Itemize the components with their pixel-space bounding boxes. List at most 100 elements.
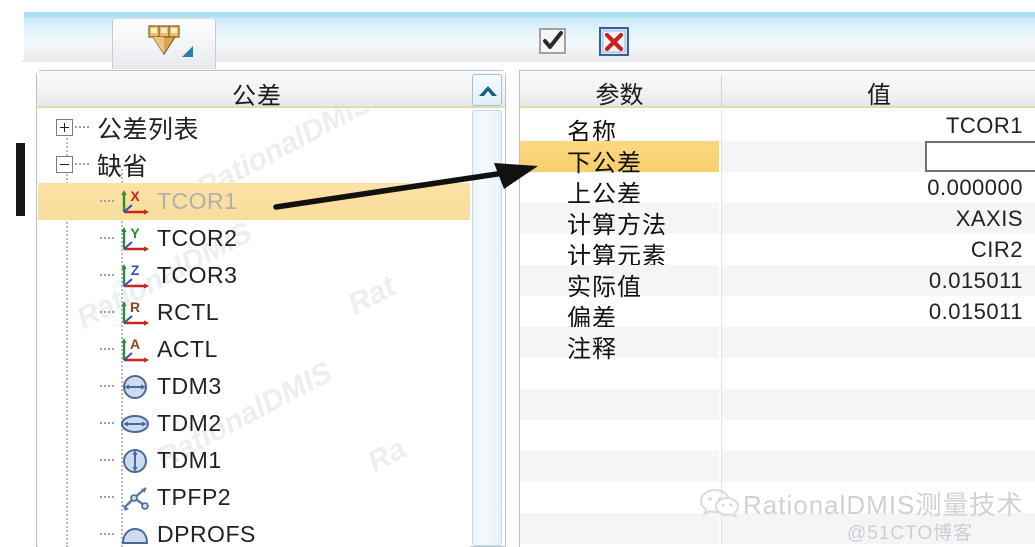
axis-y-icon: Y: [120, 225, 150, 253]
tree-connector: [100, 200, 114, 203]
tree-connector: [100, 385, 114, 388]
svg-text:Y: Y: [130, 225, 140, 241]
tree-item-tdm2[interactable]: TDM2: [38, 405, 470, 442]
parameter-value-cell[interactable]: XAXIS: [721, 203, 1035, 234]
tree-item-tdm1[interactable]: TDM1: [38, 442, 470, 479]
tree-item-label: TDM1: [157, 447, 222, 473]
tree-expander-minus-icon[interactable]: [56, 156, 73, 173]
parameter-row[interactable]: 偏差 0.015011: [520, 296, 1035, 332]
parameter-name-cell: [520, 389, 719, 420]
parameter-row[interactable]: 上公差 0.000000: [520, 172, 1035, 208]
parameter-name-cell: [520, 513, 719, 544]
parameter-value-cell[interactable]: TCOR1: [721, 110, 1035, 141]
scroll-up-arrow-icon[interactable]: [472, 74, 502, 106]
parameter-name-cell[interactable]: 上公差: [520, 172, 719, 208]
parameter-panel-header: 参数 值: [520, 71, 1035, 109]
confirm-button[interactable]: [537, 25, 569, 57]
parameter-value-cell[interactable]: 0.015011: [721, 265, 1035, 296]
tree-item-tcor1[interactable]: X TCOR1: [38, 183, 470, 220]
parameter-name-cell: [520, 420, 719, 451]
parameter-value-cell: [721, 358, 1035, 389]
parameter-name-cell[interactable]: 计算方法: [520, 203, 719, 239]
parameter-row[interactable]: 计算元素 CIR2: [520, 234, 1035, 270]
tree-item-label: DPROFS: [157, 521, 256, 547]
tree-item-label: TPFP2: [157, 484, 232, 510]
tolerance-value-input[interactable]: 0.000000: [925, 141, 1035, 172]
tolerance-tree-scrollbar[interactable]: [472, 110, 502, 546]
parameter-row[interactable]: 下公差 0.000000: [520, 141, 1035, 177]
parameter-value: TCOR1: [945, 113, 1023, 138]
parameter-row[interactable]: 计算方法 XAXIS: [520, 203, 1035, 239]
tree-connector: [100, 496, 114, 499]
parameter-value-cell: [721, 420, 1035, 451]
svg-text:Z: Z: [131, 262, 140, 278]
parameter-value: 0.015011: [928, 299, 1023, 324]
chevron-down-icon[interactable]: [182, 46, 193, 57]
wechat-account-name: RationalDMIS测量技术: [743, 490, 1024, 520]
tree-item--[interactable]: 公差列表: [38, 109, 470, 146]
parameter-name-cell[interactable]: 计算元素: [520, 234, 719, 270]
parameter-row-empty: [520, 420, 1035, 451]
parameter-name-cell: [520, 451, 719, 482]
tree-expander-plus-icon[interactable]: [56, 119, 73, 136]
tree-item-label: RCTL: [157, 299, 220, 325]
parameter-row[interactable]: 实际值 0.015011: [520, 265, 1035, 301]
tolerance-panel-header: 公差: [37, 71, 505, 110]
svg-text:R: R: [130, 299, 140, 315]
tolerance-panel-title: 公差: [232, 83, 282, 110]
diameter-ellipse-icon: [120, 410, 150, 438]
parameter-panel: 参数 值 名称 TCOR1 下公差 0.000000 上公差 0.000000 计算方法 XA…: [519, 70, 1035, 547]
source-watermark: @51CTO博客: [847, 523, 974, 544]
parameter-name-cell: [520, 358, 719, 389]
tree-item-tcor2[interactable]: Y TCOR2: [38, 220, 470, 257]
tolerance-tree[interactable]: RationalDMIS RationalDMIS Rat RationalDMIS R…: [38, 109, 470, 547]
parameter-name-cell[interactable]: 注释: [520, 327, 719, 363]
tree-item-label: TCOR2: [157, 225, 238, 251]
parameter-value: XAXIS: [955, 206, 1023, 231]
tree-connector: [100, 311, 114, 314]
parameter-name-cell[interactable]: 实际值: [520, 265, 719, 301]
tolerance-shield-icon[interactable]: [144, 24, 184, 56]
parameter-value-cell[interactable]: [721, 327, 1035, 358]
axis-a-icon: A: [120, 336, 150, 364]
parameter-value: CIR2: [970, 237, 1023, 262]
tree-item-label: TDM3: [157, 373, 222, 399]
parameter-value-cell[interactable]: 0.000000: [721, 172, 1035, 203]
parameter-name-cell: [520, 482, 719, 513]
tree-item-label: 缺省: [97, 152, 149, 181]
parameter-value-cell: [721, 389, 1035, 420]
tree-item-tcor3[interactable]: Z TCOR3: [38, 257, 470, 294]
tree-item-actl[interactable]: A ACTL: [38, 331, 470, 368]
parameter-row[interactable]: 名称 TCOR1: [520, 110, 1035, 146]
parameter-row-empty: [520, 358, 1035, 389]
cancel-button[interactable]: [598, 25, 630, 57]
tree-item-tdm3[interactable]: TDM3: [38, 368, 470, 405]
tree-connector: [100, 348, 114, 351]
tree-item-rctl[interactable]: R RCTL: [38, 294, 470, 331]
svg-text:X: X: [130, 188, 140, 204]
tree-item-tpfp2[interactable]: TPFP2: [38, 479, 470, 516]
tree-item-dprofs[interactable]: DPROFS: [38, 516, 470, 547]
parameter-name-cell[interactable]: 名称: [520, 110, 719, 146]
parameter-value-cell[interactable]: 0.000000: [721, 141, 1035, 172]
tree-item-label: TCOR1: [157, 188, 238, 214]
parameter-name-cell[interactable]: 下公差: [520, 141, 719, 177]
axis-z-icon: Z: [120, 262, 150, 290]
tree-connector: [75, 126, 89, 129]
axis-r-icon: R: [120, 299, 150, 327]
tree-connector: [100, 274, 114, 277]
tree-connector: [100, 533, 114, 536]
parameter-name-cell[interactable]: 偏差: [520, 296, 719, 332]
tree-item--[interactable]: 缺省: [38, 146, 470, 183]
parameter-row[interactable]: 注释: [520, 327, 1035, 363]
wechat-icon: [699, 486, 741, 519]
tolerance-panel: 公差 RationalDMIS RationalDMIS Rat RationalDM…: [36, 70, 506, 547]
tree-connector: [100, 422, 114, 425]
tree-item-label: 公差列表: [97, 115, 200, 144]
parameter-value-cell[interactable]: 0.015011: [721, 296, 1035, 327]
parameter-value-cell[interactable]: CIR2: [721, 234, 1035, 265]
column-header-value: 值: [721, 75, 1035, 109]
parameter-value: 0.015011: [928, 268, 1023, 293]
svg-text:A: A: [130, 336, 140, 352]
width-vertical-icon: [120, 447, 150, 475]
